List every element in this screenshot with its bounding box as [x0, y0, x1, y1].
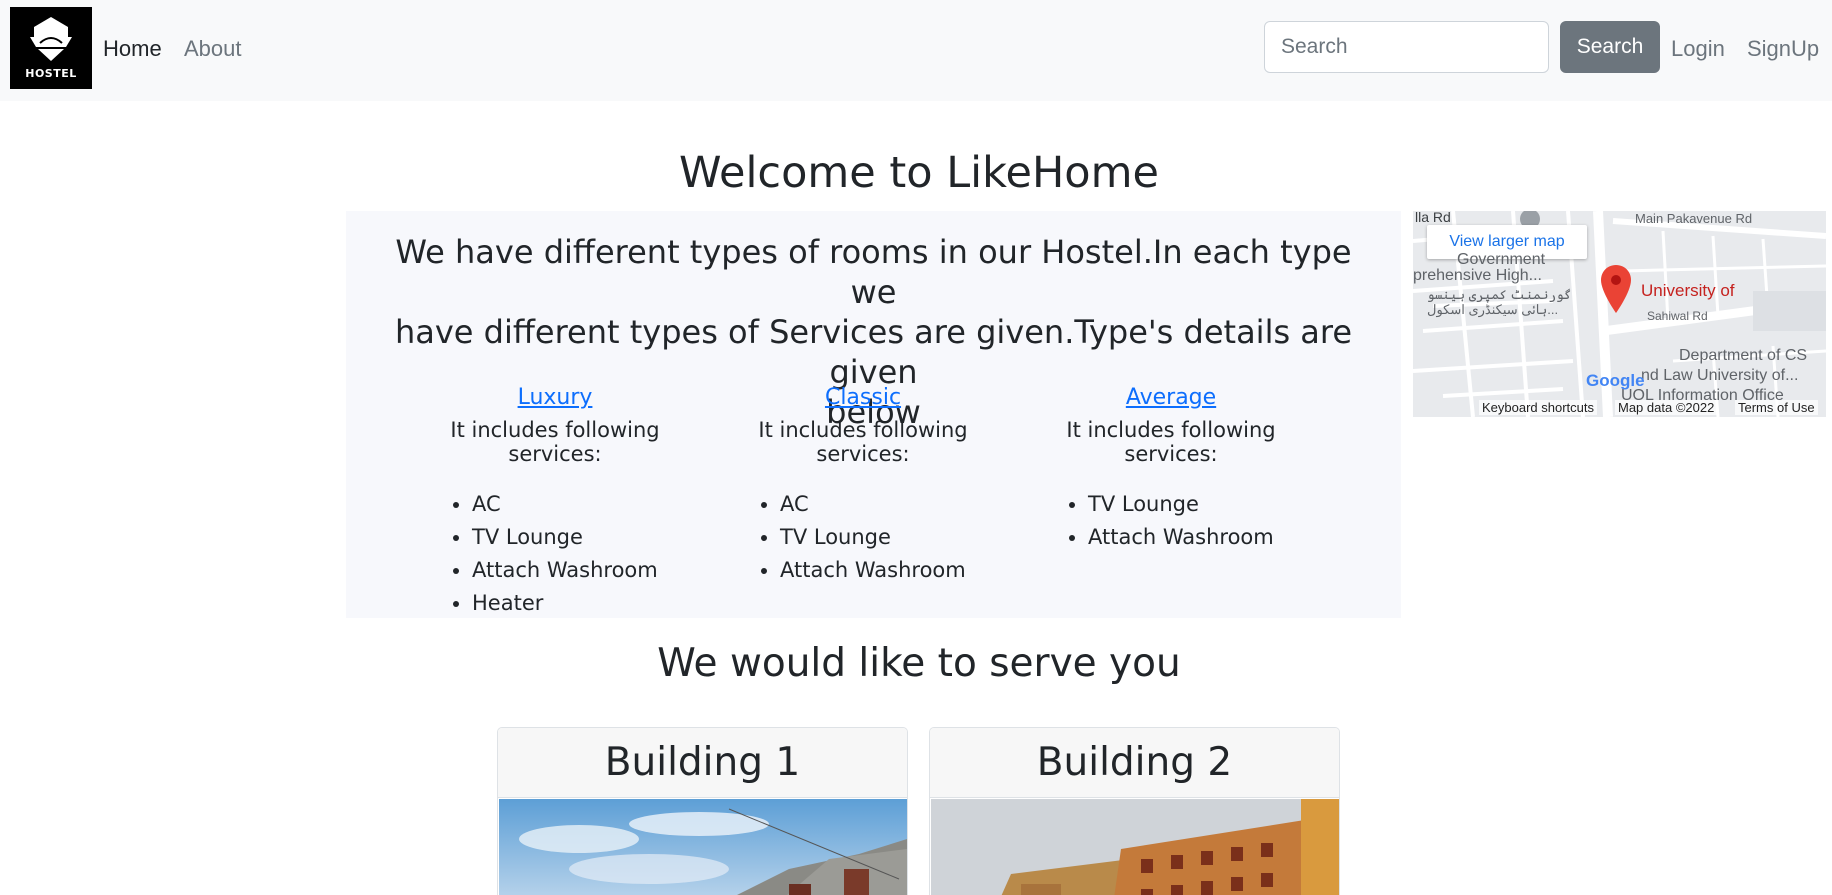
building-card-2[interactable]: Building 2	[929, 727, 1340, 895]
logo-text: HOSTEL	[25, 67, 77, 80]
map-pin-icon[interactable]	[1601, 265, 1631, 313]
room-type-classic: Classic It includes following services: …	[718, 385, 1008, 587]
service-item: TV Lounge	[1088, 488, 1316, 521]
hostel-logo[interactable]: HOSTEL	[10, 7, 92, 89]
nav-link-signup[interactable]: SignUp	[1747, 36, 1819, 62]
map-road-label: Sahiwal Rd	[1647, 309, 1708, 323]
serve-heading: We would like to serve you	[657, 641, 1181, 686]
google-logo: Google	[1586, 371, 1645, 390]
map-terms-link[interactable]: Terms of Use	[1735, 400, 1818, 415]
map-place-label: گورنمنٹ کمپری ہینسو	[1427, 287, 1572, 302]
map-place-label: prehensive High...	[1413, 267, 1542, 284]
service-item: Attach Washroom	[472, 554, 700, 587]
room-type-subtitle: It includes following services:	[1066, 418, 1276, 466]
service-item: AC	[780, 488, 1008, 521]
building-card-title: Building 2	[930, 728, 1339, 798]
room-type-subtitle: It includes following services:	[758, 418, 968, 466]
service-item: Heater	[472, 587, 700, 620]
services-list: AC TV Lounge Attach Washroom	[718, 488, 1008, 587]
room-type-luxury: Luxury It includes following services: A…	[410, 385, 700, 620]
nav-link-home[interactable]: Home	[103, 36, 162, 62]
embedded-map[interactable]: View larger map lla Rd Main Pakavenue Rd…	[1413, 211, 1826, 417]
service-item: TV Lounge	[780, 521, 1008, 554]
map-place-label: ہائی سیکنڈری اسکول...	[1427, 302, 1559, 317]
room-type-subtitle: It includes following services:	[450, 418, 660, 466]
map-keyboard-shortcuts-link[interactable]: Keyboard shortcuts	[1479, 400, 1598, 415]
intro-line: We have different types of rooms in our …	[395, 233, 1352, 311]
nav-link-about[interactable]: About	[184, 36, 242, 62]
service-item: AC	[472, 488, 700, 521]
map-footer: Keyboard shortcuts Map data ©2022 Terms …	[1413, 397, 1826, 417]
room-type-link-average[interactable]: Average	[1026, 385, 1316, 410]
building-card-1[interactable]: Building 1	[497, 727, 908, 895]
service-item: Attach Washroom	[1088, 521, 1316, 554]
map-place-label: nd Law University of...	[1641, 367, 1799, 384]
building-photo	[931, 799, 1339, 895]
search-button[interactable]: Search	[1560, 21, 1660, 73]
navbar: HOSTEL Home About Search Login SignUp	[0, 0, 1832, 101]
service-item: Attach Washroom	[780, 554, 1008, 587]
room-type-average: Average It includes following services: …	[1026, 385, 1316, 554]
nav-link-login[interactable]: Login	[1671, 36, 1725, 62]
map-data-label: Map data ©2022	[1615, 400, 1718, 415]
room-type-link-luxury[interactable]: Luxury	[410, 385, 700, 410]
map-pin-label: University of	[1641, 281, 1735, 300]
search-input[interactable]	[1264, 21, 1549, 73]
services-list: TV Lounge Attach Washroom	[1026, 488, 1316, 554]
room-types-section: We have different types of rooms in our …	[346, 211, 1401, 618]
intro-line: have different types of Services are giv…	[394, 313, 1353, 391]
building-photo	[499, 799, 907, 895]
service-item: TV Lounge	[472, 521, 700, 554]
room-type-link-classic[interactable]: Classic	[718, 385, 1008, 410]
map-road-label: Main Pakavenue Rd	[1635, 211, 1753, 226]
building-card-title: Building 1	[498, 728, 907, 798]
services-list: AC TV Lounge Attach Washroom Heater	[410, 488, 700, 620]
map-place-label: Department of CS	[1679, 347, 1808, 364]
map-road-label: lla Rd	[1415, 211, 1451, 225]
page-title: Welcome to LikeHome	[679, 148, 1159, 198]
